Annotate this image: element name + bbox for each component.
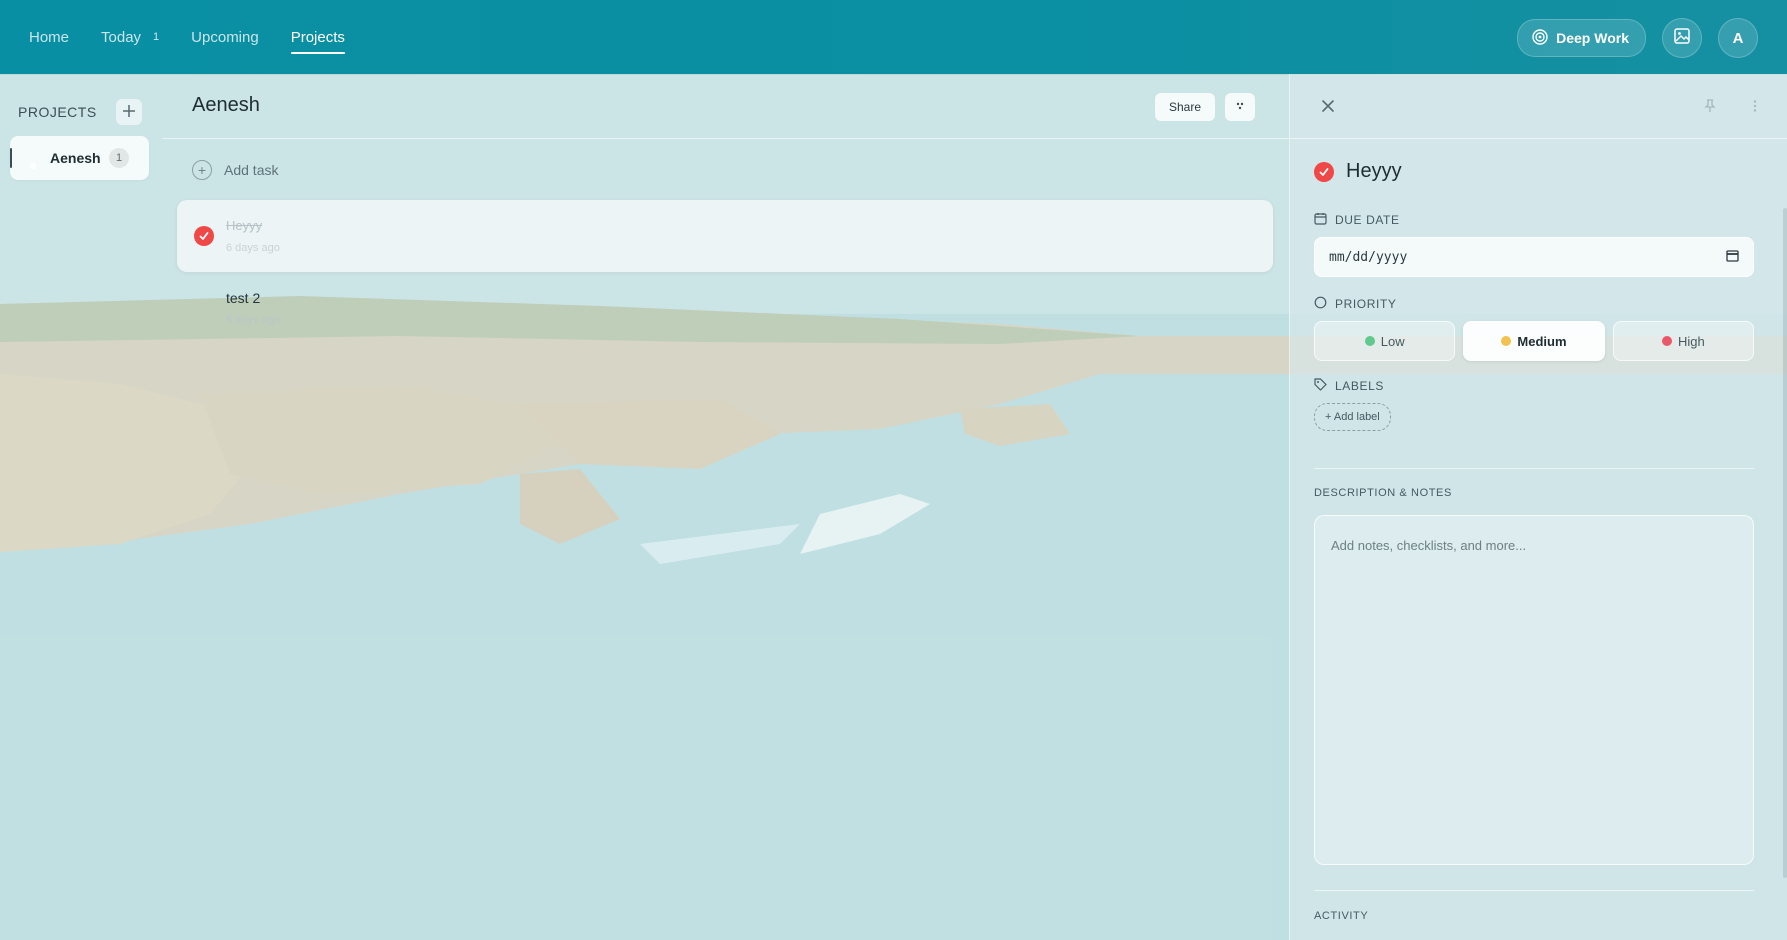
notes-editor[interactable]: Add notes, checklists, and more... (1314, 515, 1754, 865)
priority-medium-label: Medium (1517, 333, 1567, 349)
due-date-placeholder: mm/dd/yyyy (1329, 249, 1408, 265)
task-list-panel: Aenesh Share + Add task Heyyy 6 days ago… (162, 74, 1289, 940)
activity-label: ACTIVITY (1314, 910, 1369, 922)
priority-low-dot (1364, 336, 1375, 346)
pin-icon[interactable] (1702, 98, 1718, 114)
priority-medium-dot (1501, 336, 1512, 346)
add-label-text: + Add label (1325, 411, 1380, 423)
activity-section-label: ACTIVITY (1314, 910, 1368, 922)
add-task-label: Add task (224, 162, 279, 178)
sidebar-header: PROJECTS (18, 99, 142, 125)
sidebar-title: PROJECTS (18, 104, 97, 120)
nav-today-count-badge: 1 (153, 31, 160, 43)
priority-high-dot (1661, 336, 1672, 346)
nav-today[interactable]: Today 1 (101, 23, 159, 52)
priority-label: PRIORITY (1335, 297, 1397, 311)
completed-check-icon[interactable] (194, 226, 214, 246)
main-nav: Home Today 1 Upcoming Projects (29, 0, 346, 74)
priority-medium-button[interactable]: Medium (1463, 321, 1605, 361)
sidebar-item-label: Aenesh (50, 150, 101, 166)
nav-projects[interactable]: Projects (290, 23, 346, 54)
top-right-actions: Deep Work A (1517, 18, 1758, 58)
nav-home[interactable]: Home (29, 23, 69, 52)
share-button[interactable]: Share (1155, 93, 1215, 121)
sidebar-item-aenesh[interactable]: Aenesh 1 (10, 136, 149, 180)
task-created-time: 5 days ago (226, 314, 280, 326)
description-section-label: DESCRIPTION & NOTES (1314, 487, 1452, 499)
deep-work-label: Deep Work (1556, 30, 1629, 46)
deep-work-button[interactable]: Deep Work (1517, 19, 1646, 57)
nav-upcoming-label: Upcoming (191, 28, 259, 46)
due-date-label: DUE DATE (1335, 213, 1400, 227)
section-divider (1314, 468, 1754, 469)
projects-sidebar: PROJECTS Aenesh 1 (0, 74, 160, 940)
project-title: Aenesh (192, 94, 260, 116)
detail-task-heading: Heyyy (1314, 160, 1402, 183)
close-icon[interactable] (1319, 97, 1337, 115)
detail-task-title[interactable]: Heyyy (1346, 160, 1402, 183)
labels-section-label: LABELS (1314, 378, 1384, 394)
user-avatar-button[interactable]: A (1718, 18, 1758, 58)
detail-scrollbar-thumb[interactable] (1783, 208, 1787, 878)
plus-icon (122, 102, 136, 123)
labels-label: LABELS (1335, 379, 1384, 393)
detail-scrollbar[interactable] (1782, 138, 1787, 898)
priority-selector: Low Medium High (1314, 321, 1754, 361)
priority-section-label: PRIORITY (1314, 296, 1396, 312)
priority-low-label: Low (1380, 333, 1405, 349)
section-divider (1314, 890, 1754, 891)
project-color-dot (30, 163, 36, 169)
nav-projects-label: Projects (290, 28, 345, 46)
due-date-section-label: DUE DATE (1314, 212, 1400, 228)
description-label: DESCRIPTION & NOTES (1314, 487, 1452, 499)
share-label: Share (1168, 100, 1202, 114)
circle-icon (1314, 296, 1327, 312)
nav-home-label: Home (29, 28, 70, 46)
more-vertical-icon[interactable] (1747, 98, 1763, 114)
sidebar-item-count: 1 (109, 148, 129, 168)
project-options-button[interactable] (1225, 93, 1255, 121)
active-indicator (10, 148, 12, 168)
dots-icon (1235, 98, 1245, 116)
add-label-button[interactable]: + Add label (1314, 403, 1391, 431)
add-task-button[interactable]: + Add task (192, 160, 278, 180)
notes-placeholder: Add notes, checklists, and more... (1331, 538, 1527, 553)
task-item[interactable]: test 2 5 days ago (177, 274, 1273, 334)
calendar-icon (1314, 212, 1327, 228)
nav-today-label: Today (101, 28, 142, 46)
task-title: Heyyy (226, 218, 263, 233)
image-icon (1673, 27, 1691, 49)
priority-high-button[interactable]: High (1612, 321, 1754, 361)
task-item-selected[interactable]: Heyyy 6 days ago (177, 200, 1273, 272)
background-picker-button[interactable] (1662, 18, 1702, 58)
project-header: Aenesh Share (162, 74, 1289, 139)
priority-low-button[interactable]: Low (1314, 321, 1456, 361)
priority-high-label: High (1677, 333, 1705, 349)
avatar-initial: A (1732, 29, 1744, 47)
task-created-time: 6 days ago (226, 242, 280, 254)
task-detail-panel: Heyyy DUE DATE mm/dd/yyyy PRIORITY Low M… (1289, 74, 1787, 940)
add-project-button[interactable] (116, 99, 142, 125)
detail-toolbar (1290, 74, 1787, 139)
top-navigation-bar: Home Today 1 Upcoming Projects Deep Work… (0, 0, 1787, 74)
tag-icon (1314, 378, 1327, 394)
calendar-picker-icon[interactable] (1726, 249, 1739, 266)
completed-check-icon[interactable] (1314, 161, 1334, 182)
task-title: test 2 (226, 290, 261, 306)
plus-circle-icon: + (192, 160, 212, 180)
nav-upcoming[interactable]: Upcoming (191, 23, 259, 52)
target-icon (1532, 28, 1548, 48)
due-date-input[interactable]: mm/dd/yyyy (1314, 237, 1754, 277)
